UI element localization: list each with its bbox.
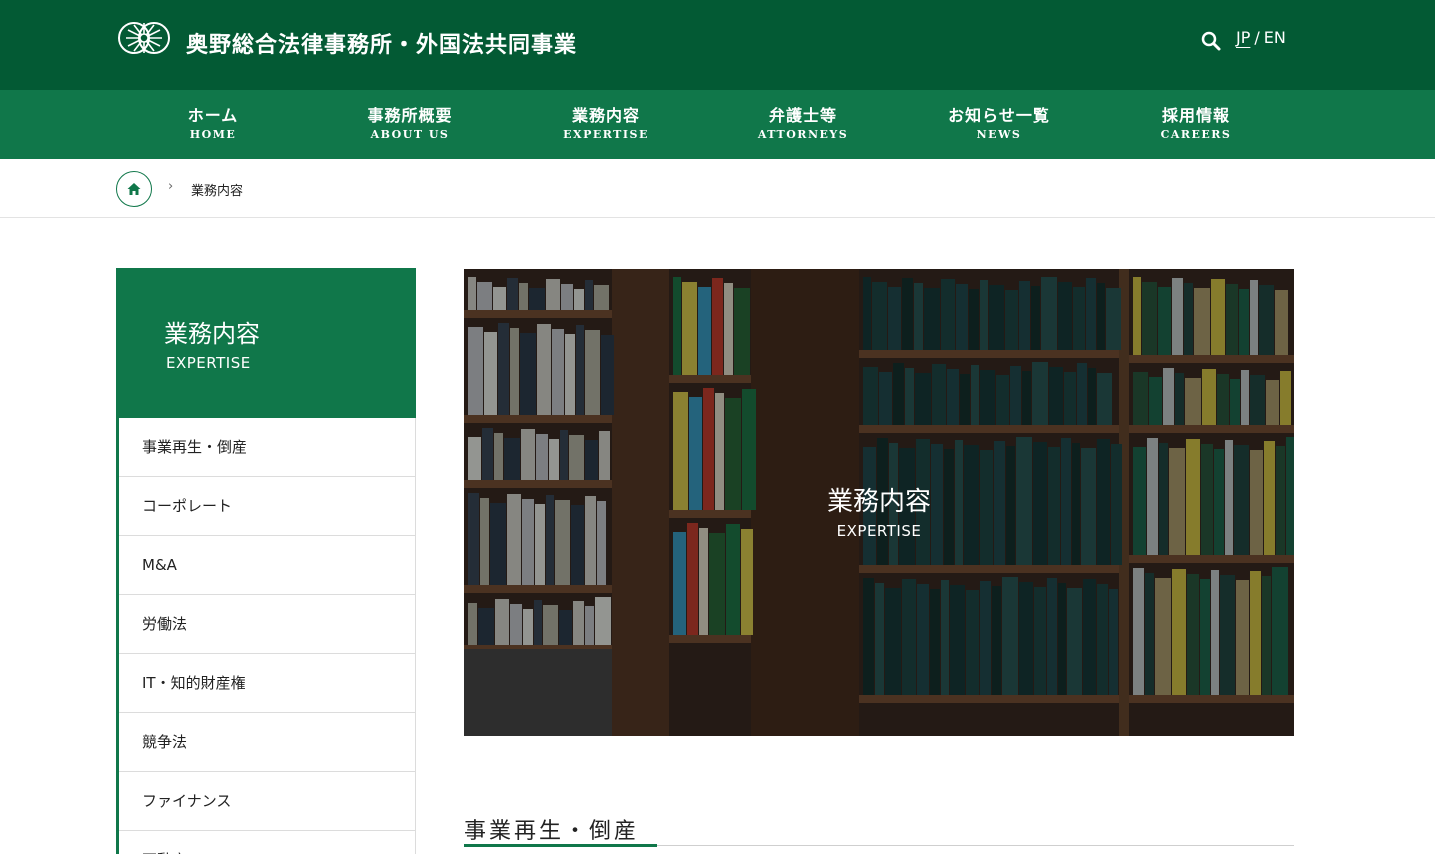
nav-item-home[interactable]: ホーム HOME [133, 106, 293, 143]
nav-item-label-jp: お知らせ一覧 [948, 106, 1050, 125]
breadcrumb: › 業務内容 [0, 159, 1435, 218]
nav-item-label-jp: 採用情報 [1161, 106, 1230, 125]
nav-item-label-jp: ホーム [187, 106, 239, 125]
section-title: 事業再生・倒産 [464, 819, 640, 844]
home-icon [127, 183, 141, 195]
chrysanthemum-logo-icon[interactable] [116, 20, 172, 56]
sidebar-item-it-ip[interactable]: IT・知的財産権 [119, 654, 416, 713]
sidebar-item-competition[interactable]: 競争法 [119, 713, 416, 772]
lang-separator: / [1254, 28, 1260, 47]
sidebar-item-ma[interactable]: M&A [119, 536, 416, 595]
nav-item-label-jp: 業務内容 [571, 106, 640, 125]
nav-item-label-en: HOME [189, 128, 237, 141]
nav-item-label-en: CAREERS [1160, 128, 1232, 141]
site-title[interactable]: 奥野総合法律事務所・外国法共同事業 [186, 27, 577, 59]
sidebar-title: 業務内容 [164, 320, 260, 348]
sidebar-item-corporate[interactable]: コーポレート [119, 477, 416, 536]
nav-item-news[interactable]: お知らせ一覧 NEWS [919, 106, 1079, 143]
hero-subtitle: EXPERTISE [836, 522, 922, 540]
search-icon[interactable] [1200, 30, 1222, 52]
sidebar-list: 事業再生・倒産 コーポレート M&A 労働法 IT・知的財産権 競争法 ファイナ… [119, 418, 416, 854]
language-switcher: JP / EN [1236, 28, 1286, 47]
nav-item-about[interactable]: 事務所概要 ABOUT US [330, 106, 490, 143]
lang-en-link[interactable]: EN [1264, 28, 1286, 47]
breadcrumb-home-button[interactable] [116, 171, 152, 207]
nav-item-label-jp: 弁護士等 [768, 106, 837, 125]
nav-item-label-en: ATTORNEYS [757, 128, 849, 141]
sidebar-item-real-estate[interactable]: 不動産 [119, 831, 416, 854]
hero-title: 業務内容 [826, 487, 931, 517]
nav-item-label-en: EXPERTISE [563, 128, 649, 141]
sidebar-item-labor[interactable]: 労働法 [119, 595, 416, 654]
main-nav: ホーム HOME 事務所概要 ABOUT US 業務内容 EXPERTISE 弁… [0, 90, 1435, 159]
sidebar-item-finance[interactable]: ファイナンス [119, 772, 416, 831]
sidebar: 業務内容 EXPERTISE 事業再生・倒産 コーポレート M&A 労働法 IT… [116, 268, 416, 854]
nav-item-careers[interactable]: 採用情報 CAREERS [1116, 106, 1276, 143]
nav-item-label-jp: 事務所概要 [367, 106, 453, 125]
nav-item-attorneys[interactable]: 弁護士等 ATTORNEYS [723, 106, 883, 143]
hero-banner: 業務内容 EXPERTISE [464, 269, 1294, 736]
breadcrumb-current: 業務内容 [191, 184, 244, 199]
site-header: 奥野総合法律事務所・外国法共同事業 JP / EN [0, 0, 1435, 90]
sidebar-item-restructuring[interactable]: 事業再生・倒産 [119, 418, 416, 477]
sidebar-header: 業務内容 EXPERTISE [116, 268, 416, 418]
nav-item-expertise[interactable]: 業務内容 EXPERTISE [526, 106, 686, 143]
sidebar-subtitle: EXPERTISE [166, 354, 251, 372]
lang-jp-link[interactable]: JP [1236, 28, 1250, 47]
section-accent-bar [464, 844, 657, 847]
breadcrumb-separator: › [168, 179, 174, 194]
nav-item-label-en: ABOUT US [370, 128, 450, 141]
nav-item-label-en: NEWS [976, 128, 1022, 141]
